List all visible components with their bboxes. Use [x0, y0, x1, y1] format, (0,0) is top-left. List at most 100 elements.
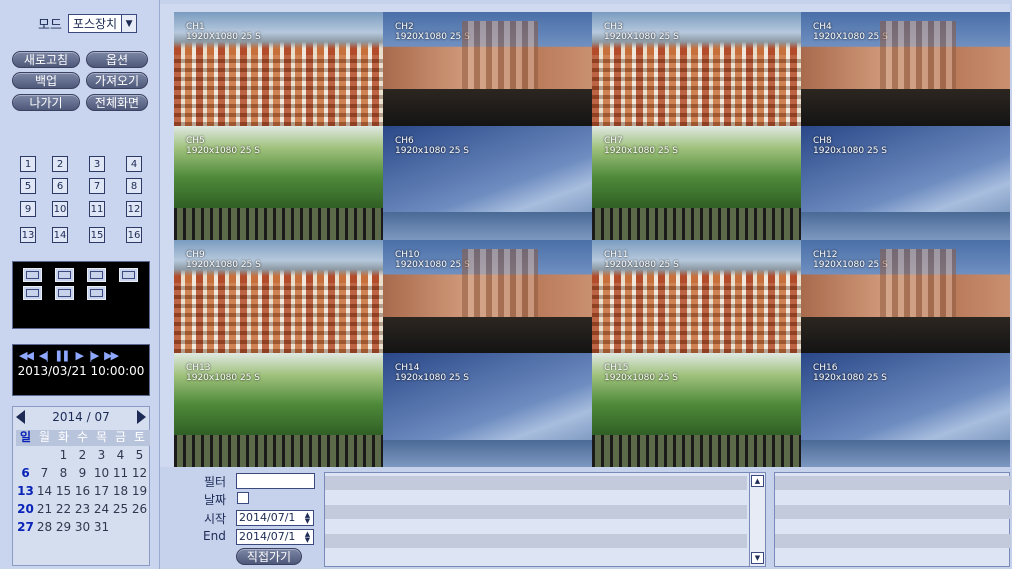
channel-button-15[interactable]: 15 — [89, 227, 105, 243]
list-row[interactable] — [325, 534, 747, 548]
calendar-day[interactable]: 17 — [92, 484, 111, 499]
channel-button-1[interactable]: 1 — [20, 156, 36, 172]
calendar-day[interactable]: 29 — [54, 520, 73, 535]
calendar-day[interactable]: 20 — [16, 502, 35, 517]
refresh-button[interactable]: 새로고침 — [12, 51, 80, 68]
channel-button-3[interactable]: 3 — [89, 156, 105, 172]
calendar-day[interactable]: 8 — [54, 466, 73, 481]
video-tile-ch2[interactable]: CH2 1920X1080 25 S — [383, 12, 592, 126]
layout-2x2-icon[interactable] — [55, 268, 74, 282]
list-row[interactable] — [775, 476, 1011, 490]
video-tile-ch3[interactable]: CH3 1920X1080 25 S — [592, 12, 801, 126]
event-list-scrollbar[interactable]: ▲ ▼ — [749, 473, 765, 566]
calendar-day[interactable]: 22 — [54, 502, 73, 517]
list-row[interactable] — [775, 534, 1011, 548]
fast-forward-icon[interactable]: ▶▶ — [104, 349, 119, 362]
calendar-day[interactable]: 18 — [111, 484, 130, 499]
scroll-down-icon[interactable]: ▼ — [751, 552, 764, 564]
video-tile-ch14[interactable]: CH14 1920x1080 25 S — [383, 353, 592, 467]
step-forward-icon[interactable]: |▶ — [89, 349, 99, 362]
calendar-day[interactable]: 12 — [130, 466, 149, 481]
channel-button-16[interactable]: 16 — [126, 227, 142, 243]
calendar-day[interactable]: 9 — [73, 466, 92, 481]
layout-2p8-icon[interactable] — [55, 286, 74, 300]
channel-button-5[interactable]: 5 — [20, 178, 36, 194]
calendar-day[interactable]: 7 — [35, 466, 54, 481]
video-tile-ch13[interactable]: CH13 1920x1080 25 S — [174, 353, 383, 467]
layout-4x4-icon[interactable] — [87, 286, 106, 300]
options-button[interactable]: 옵션 — [86, 51, 148, 68]
video-tile-ch4[interactable]: CH4 1920X1080 25 S — [801, 12, 1010, 126]
channel-button-13[interactable]: 13 — [20, 227, 36, 243]
calendar-day[interactable]: 14 — [35, 484, 54, 499]
calendar-day[interactable]: 28 — [35, 520, 54, 535]
fullscreen-button[interactable]: 전체화면 — [86, 94, 148, 111]
video-tile-ch15[interactable]: CH15 1920x1080 25 S — [592, 353, 801, 467]
calendar-day[interactable]: 30 — [73, 520, 92, 535]
list-row[interactable] — [775, 505, 1011, 519]
calendar-day[interactable]: 31 — [92, 520, 111, 535]
calendar-day[interactable]: 25 — [111, 502, 130, 517]
video-tile-ch6[interactable]: CH6 1920x1080 25 S — [383, 125, 592, 240]
next-month-icon[interactable] — [136, 410, 146, 424]
calendar-day[interactable]: 15 — [54, 484, 73, 499]
calendar-day[interactable]: 5 — [130, 448, 149, 463]
import-button[interactable]: 가져오기 — [86, 72, 148, 89]
channel-button-6[interactable]: 6 — [52, 178, 68, 194]
calendar-day[interactable]: 10 — [92, 466, 111, 481]
detail-list[interactable] — [774, 472, 1011, 567]
end-date-field[interactable]: 2014/07/1 ▲ ▼ — [236, 529, 314, 545]
video-tile-ch12[interactable]: CH12 1920X1080 25 S — [801, 239, 1010, 354]
video-tile-ch10[interactable]: CH10 1920X1080 25 S — [383, 239, 592, 354]
mode-select[interactable]: 포스장치 ▼ — [67, 14, 138, 33]
channel-button-2[interactable]: 2 — [52, 156, 68, 172]
play-icon[interactable]: ▶ — [76, 349, 85, 362]
calendar-day[interactable]: 16 — [73, 484, 92, 499]
calendar-day[interactable]: 1 — [54, 448, 73, 463]
backup-button[interactable]: 백업 — [12, 72, 80, 89]
channel-button-4[interactable]: 4 — [126, 156, 142, 172]
start-date-spinner-icon[interactable]: ▲ ▼ — [303, 512, 312, 525]
video-tile-ch9[interactable]: CH9 1920X1080 25 S — [174, 239, 383, 354]
layout-3x3-icon[interactable] — [23, 286, 42, 300]
calendar-day[interactable]: 26 — [130, 502, 149, 517]
calendar-day[interactable]: 4 — [111, 448, 130, 463]
end-date-spinner-icon[interactable]: ▲ ▼ — [303, 531, 312, 544]
channel-button-9[interactable]: 9 — [20, 201, 36, 217]
calendar-day[interactable]: 6 — [16, 466, 35, 481]
channel-button-11[interactable]: 11 — [89, 201, 105, 217]
filter-input[interactable] — [236, 473, 315, 489]
channel-button-8[interactable]: 8 — [126, 178, 142, 194]
list-row[interactable] — [325, 476, 747, 490]
calendar-day[interactable]: 23 — [73, 502, 92, 517]
pause-icon[interactable]: ❚❚ — [54, 349, 71, 362]
goto-button[interactable]: 직접가기 — [236, 548, 302, 565]
calendar-day[interactable]: 2 — [73, 448, 92, 463]
layout-1p7-icon[interactable] — [119, 268, 138, 282]
video-tile-ch11[interactable]: CH11 1920X1080 25 S — [592, 239, 801, 354]
rewind-icon[interactable]: ◀◀ — [19, 349, 34, 362]
date-checkbox[interactable] — [237, 492, 249, 504]
calendar-day[interactable]: 24 — [92, 502, 111, 517]
video-tile-ch7[interactable]: CH7 1920x1080 25 S — [592, 125, 801, 240]
channel-button-10[interactable]: 10 — [52, 201, 68, 217]
exit-button[interactable]: 나가기 — [12, 94, 80, 111]
video-tile-ch1[interactable]: CH1 1920X1080 25 S — [174, 12, 383, 126]
video-tile-ch16[interactable]: CH16 1920x1080 25 S — [801, 353, 1010, 467]
prev-month-icon[interactable] — [16, 410, 25, 424]
list-row[interactable] — [325, 505, 747, 519]
scroll-up-icon[interactable]: ▲ — [751, 475, 764, 487]
channel-button-7[interactable]: 7 — [89, 178, 105, 194]
channel-button-14[interactable]: 14 — [52, 227, 68, 243]
channel-button-12[interactable]: 12 — [126, 201, 142, 217]
video-tile-ch5[interactable]: CH5 1920x1080 25 S — [174, 125, 383, 240]
step-back-icon[interactable]: ◀| — [39, 349, 49, 362]
calendar-day[interactable]: 3 — [92, 448, 111, 463]
calendar-day[interactable]: 13 — [16, 484, 35, 499]
event-list[interactable]: ▲ ▼ — [324, 472, 766, 567]
calendar-day[interactable]: 27 — [16, 520, 35, 535]
start-date-field[interactable]: 2014/07/1 ▲ ▼ — [236, 510, 314, 526]
layout-1x1-icon[interactable] — [23, 268, 42, 282]
chevron-down-icon[interactable]: ▼ — [121, 15, 137, 32]
calendar-day[interactable]: 11 — [111, 466, 130, 481]
